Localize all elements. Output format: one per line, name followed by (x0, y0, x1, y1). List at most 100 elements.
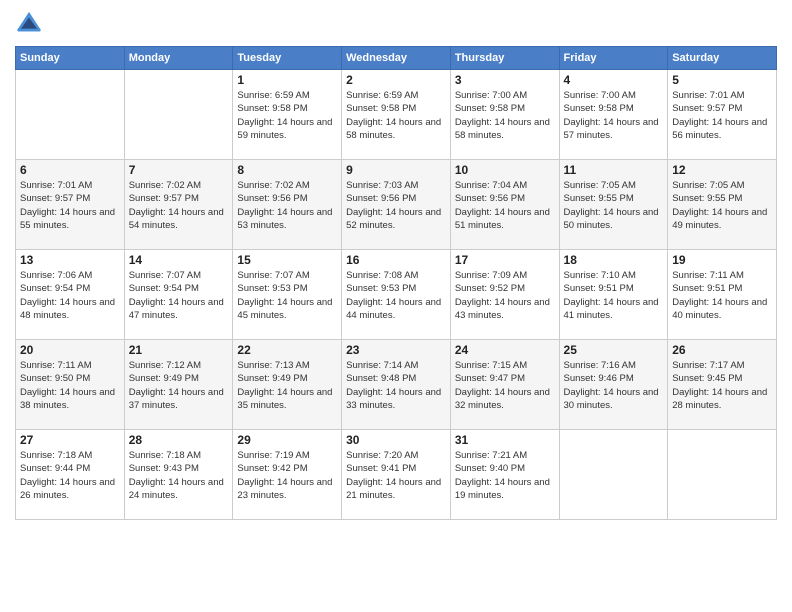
day-of-week-header: Wednesday (342, 47, 451, 70)
calendar-day-cell: 23 Sunrise: 7:14 AMSunset: 9:48 PMDaylig… (342, 340, 451, 430)
day-info: Sunrise: 7:05 AMSunset: 9:55 PMDaylight:… (672, 179, 772, 232)
calendar-day-cell: 13 Sunrise: 7:06 AMSunset: 9:54 PMDaylig… (16, 250, 125, 340)
calendar-day-cell: 12 Sunrise: 7:05 AMSunset: 9:55 PMDaylig… (668, 160, 777, 250)
calendar-day-cell: 16 Sunrise: 7:08 AMSunset: 9:53 PMDaylig… (342, 250, 451, 340)
day-info: Sunrise: 7:04 AMSunset: 9:56 PMDaylight:… (455, 179, 555, 232)
day-number: 14 (129, 253, 229, 267)
day-number: 21 (129, 343, 229, 357)
calendar-day-cell: 21 Sunrise: 7:12 AMSunset: 9:49 PMDaylig… (124, 340, 233, 430)
day-number: 3 (455, 73, 555, 87)
calendar-day-cell (124, 70, 233, 160)
calendar-day-cell: 24 Sunrise: 7:15 AMSunset: 9:47 PMDaylig… (450, 340, 559, 430)
day-number: 5 (672, 73, 772, 87)
calendar-week-row: 1 Sunrise: 6:59 AMSunset: 9:58 PMDayligh… (16, 70, 777, 160)
day-info: Sunrise: 6:59 AMSunset: 9:58 PMDaylight:… (346, 89, 446, 142)
day-info: Sunrise: 7:19 AMSunset: 9:42 PMDaylight:… (237, 449, 337, 502)
day-number: 11 (564, 163, 664, 177)
calendar-week-row: 13 Sunrise: 7:06 AMSunset: 9:54 PMDaylig… (16, 250, 777, 340)
day-number: 27 (20, 433, 120, 447)
day-info: Sunrise: 7:14 AMSunset: 9:48 PMDaylight:… (346, 359, 446, 412)
calendar-day-cell: 26 Sunrise: 7:17 AMSunset: 9:45 PMDaylig… (668, 340, 777, 430)
day-info: Sunrise: 7:18 AMSunset: 9:44 PMDaylight:… (20, 449, 120, 502)
calendar-header-row: SundayMondayTuesdayWednesdayThursdayFrid… (16, 47, 777, 70)
calendar-day-cell: 15 Sunrise: 7:07 AMSunset: 9:53 PMDaylig… (233, 250, 342, 340)
day-number: 6 (20, 163, 120, 177)
calendar-day-cell: 18 Sunrise: 7:10 AMSunset: 9:51 PMDaylig… (559, 250, 668, 340)
day-info: Sunrise: 7:17 AMSunset: 9:45 PMDaylight:… (672, 359, 772, 412)
day-number: 17 (455, 253, 555, 267)
day-info: Sunrise: 7:03 AMSunset: 9:56 PMDaylight:… (346, 179, 446, 232)
calendar-day-cell: 25 Sunrise: 7:16 AMSunset: 9:46 PMDaylig… (559, 340, 668, 430)
day-number: 13 (20, 253, 120, 267)
calendar-day-cell: 2 Sunrise: 6:59 AMSunset: 9:58 PMDayligh… (342, 70, 451, 160)
day-info: Sunrise: 7:05 AMSunset: 9:55 PMDaylight:… (564, 179, 664, 232)
day-number: 4 (564, 73, 664, 87)
day-of-week-header: Monday (124, 47, 233, 70)
day-number: 30 (346, 433, 446, 447)
page-header (15, 10, 777, 38)
day-info: Sunrise: 7:00 AMSunset: 9:58 PMDaylight:… (564, 89, 664, 142)
day-number: 9 (346, 163, 446, 177)
calendar-day-cell: 30 Sunrise: 7:20 AMSunset: 9:41 PMDaylig… (342, 430, 451, 520)
day-of-week-header: Sunday (16, 47, 125, 70)
day-number: 12 (672, 163, 772, 177)
day-info: Sunrise: 7:11 AMSunset: 9:50 PMDaylight:… (20, 359, 120, 412)
day-number: 19 (672, 253, 772, 267)
day-info: Sunrise: 7:01 AMSunset: 9:57 PMDaylight:… (20, 179, 120, 232)
calendar-day-cell: 11 Sunrise: 7:05 AMSunset: 9:55 PMDaylig… (559, 160, 668, 250)
calendar-day-cell: 5 Sunrise: 7:01 AMSunset: 9:57 PMDayligh… (668, 70, 777, 160)
calendar-day-cell: 27 Sunrise: 7:18 AMSunset: 9:44 PMDaylig… (16, 430, 125, 520)
day-number: 15 (237, 253, 337, 267)
day-of-week-header: Friday (559, 47, 668, 70)
day-number: 10 (455, 163, 555, 177)
day-info: Sunrise: 7:20 AMSunset: 9:41 PMDaylight:… (346, 449, 446, 502)
day-info: Sunrise: 7:09 AMSunset: 9:52 PMDaylight:… (455, 269, 555, 322)
day-info: Sunrise: 7:21 AMSunset: 9:40 PMDaylight:… (455, 449, 555, 502)
calendar-day-cell: 7 Sunrise: 7:02 AMSunset: 9:57 PMDayligh… (124, 160, 233, 250)
calendar-page: SundayMondayTuesdayWednesdayThursdayFrid… (0, 0, 792, 612)
calendar-day-cell: 1 Sunrise: 6:59 AMSunset: 9:58 PMDayligh… (233, 70, 342, 160)
logo (15, 10, 45, 38)
calendar-day-cell: 20 Sunrise: 7:11 AMSunset: 9:50 PMDaylig… (16, 340, 125, 430)
day-number: 25 (564, 343, 664, 357)
day-of-week-header: Tuesday (233, 47, 342, 70)
day-number: 29 (237, 433, 337, 447)
logo-icon (15, 10, 43, 38)
day-info: Sunrise: 7:07 AMSunset: 9:53 PMDaylight:… (237, 269, 337, 322)
day-number: 7 (129, 163, 229, 177)
day-number: 23 (346, 343, 446, 357)
day-number: 24 (455, 343, 555, 357)
day-info: Sunrise: 7:02 AMSunset: 9:57 PMDaylight:… (129, 179, 229, 232)
calendar-week-row: 27 Sunrise: 7:18 AMSunset: 9:44 PMDaylig… (16, 430, 777, 520)
day-info: Sunrise: 7:10 AMSunset: 9:51 PMDaylight:… (564, 269, 664, 322)
day-of-week-header: Thursday (450, 47, 559, 70)
calendar-day-cell (668, 430, 777, 520)
calendar-day-cell: 8 Sunrise: 7:02 AMSunset: 9:56 PMDayligh… (233, 160, 342, 250)
day-number: 18 (564, 253, 664, 267)
calendar-week-row: 20 Sunrise: 7:11 AMSunset: 9:50 PMDaylig… (16, 340, 777, 430)
day-info: Sunrise: 7:15 AMSunset: 9:47 PMDaylight:… (455, 359, 555, 412)
calendar-day-cell (16, 70, 125, 160)
day-info: Sunrise: 7:01 AMSunset: 9:57 PMDaylight:… (672, 89, 772, 142)
day-info: Sunrise: 7:08 AMSunset: 9:53 PMDaylight:… (346, 269, 446, 322)
calendar-week-row: 6 Sunrise: 7:01 AMSunset: 9:57 PMDayligh… (16, 160, 777, 250)
day-number: 2 (346, 73, 446, 87)
calendar-day-cell: 6 Sunrise: 7:01 AMSunset: 9:57 PMDayligh… (16, 160, 125, 250)
day-info: Sunrise: 6:59 AMSunset: 9:58 PMDaylight:… (237, 89, 337, 142)
day-info: Sunrise: 7:00 AMSunset: 9:58 PMDaylight:… (455, 89, 555, 142)
day-info: Sunrise: 7:02 AMSunset: 9:56 PMDaylight:… (237, 179, 337, 232)
day-info: Sunrise: 7:13 AMSunset: 9:49 PMDaylight:… (237, 359, 337, 412)
day-number: 22 (237, 343, 337, 357)
day-info: Sunrise: 7:06 AMSunset: 9:54 PMDaylight:… (20, 269, 120, 322)
calendar-day-cell: 19 Sunrise: 7:11 AMSunset: 9:51 PMDaylig… (668, 250, 777, 340)
calendar-day-cell: 29 Sunrise: 7:19 AMSunset: 9:42 PMDaylig… (233, 430, 342, 520)
day-info: Sunrise: 7:07 AMSunset: 9:54 PMDaylight:… (129, 269, 229, 322)
day-number: 26 (672, 343, 772, 357)
day-number: 16 (346, 253, 446, 267)
calendar-day-cell: 3 Sunrise: 7:00 AMSunset: 9:58 PMDayligh… (450, 70, 559, 160)
calendar-day-cell: 28 Sunrise: 7:18 AMSunset: 9:43 PMDaylig… (124, 430, 233, 520)
calendar-day-cell (559, 430, 668, 520)
calendar-day-cell: 14 Sunrise: 7:07 AMSunset: 9:54 PMDaylig… (124, 250, 233, 340)
day-info: Sunrise: 7:18 AMSunset: 9:43 PMDaylight:… (129, 449, 229, 502)
day-number: 1 (237, 73, 337, 87)
